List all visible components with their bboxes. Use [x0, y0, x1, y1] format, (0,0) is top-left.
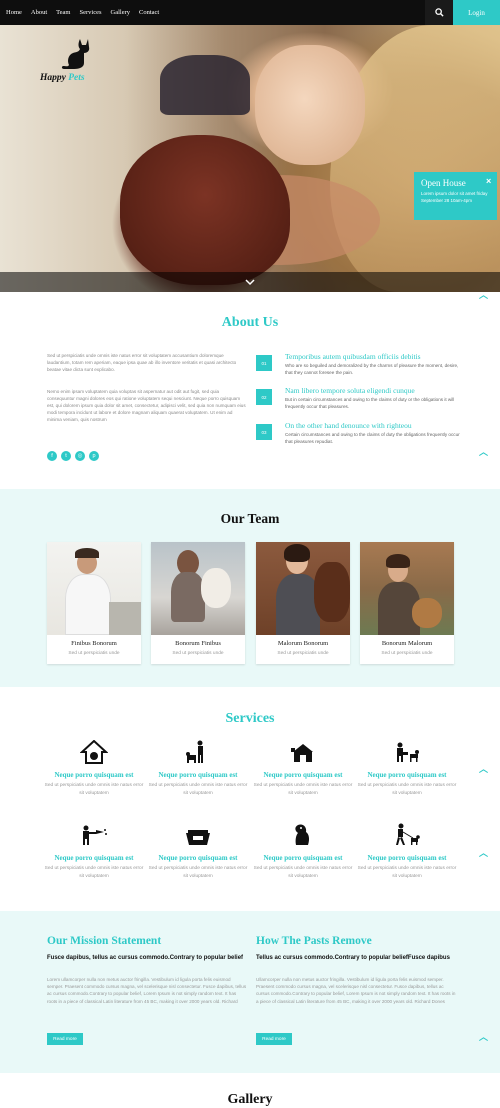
- top-navbar: Home About Team Services Gallery Contact…: [0, 0, 500, 25]
- service-text: Sed ut perspiciatis unde omnis iste natu…: [357, 783, 457, 796]
- social-links: f t ◎ p: [47, 451, 99, 461]
- dog-walking-icon: [396, 823, 420, 845]
- service-title: Neque porro quisquam est: [367, 771, 447, 779]
- service-text: Sed ut perspiciatis unde omnis iste natu…: [148, 783, 248, 796]
- scroll-top-icon[interactable]: ︿: [479, 846, 488, 859]
- nav-about[interactable]: About: [31, 9, 47, 16]
- services-title: Services: [225, 711, 275, 726]
- brand-logo[interactable]: Happy Pets: [40, 37, 110, 87]
- login-button[interactable]: Login: [453, 0, 500, 25]
- service-title: Neque porro quisquam est: [367, 854, 447, 862]
- scroll-top-icon[interactable]: ︿: [479, 445, 488, 458]
- cat-logo-icon: [61, 39, 90, 69]
- hero-image-hair: [330, 25, 500, 292]
- team-card[interactable]: Finibus Bonorum Sed ut perspiciatis unde: [47, 542, 141, 664]
- team-member-subtitle: Sed ut perspiciatis unde: [68, 651, 120, 656]
- facebook-icon[interactable]: f: [47, 451, 57, 461]
- feature-number: 03: [256, 424, 272, 440]
- feature-text: Certain circumstances and owing to the c…: [285, 432, 460, 444]
- team-photo: [360, 542, 454, 635]
- cat-dog-icon: [295, 824, 310, 845]
- hero-scroll-bar: [0, 272, 500, 292]
- about-title: About Us: [221, 315, 279, 330]
- search-button[interactable]: [425, 0, 453, 25]
- team-card[interactable]: Bonorum Finibus Sed ut perspiciatis unde: [151, 542, 245, 664]
- team-photo: [151, 542, 245, 635]
- hero-image-face: [255, 45, 365, 165]
- mission-right-lead: Tellus ac cursus commodo.Contrary to pop…: [256, 955, 450, 961]
- team-photo: [47, 542, 141, 635]
- feature-number: 01: [256, 355, 272, 371]
- nav-gallery[interactable]: Gallery: [111, 9, 131, 16]
- service-title: Neque porro quisquam est: [54, 854, 134, 862]
- main-nav: Home About Team Services Gallery Contact: [6, 0, 159, 25]
- service-text: Sed ut perspiciatis unde omnis iste natu…: [357, 866, 457, 879]
- service-title: Neque porro quisquam est: [158, 854, 238, 862]
- team-member-subtitle: Sed ut perspiciatis unde: [172, 651, 224, 656]
- search-icon: [434, 8, 444, 17]
- feature-text: But in certain circumstances and owing t…: [285, 397, 455, 409]
- scroll-top-icon[interactable]: ︿: [479, 1030, 488, 1043]
- team-card[interactable]: Malorum Bonorum Sed ut perspiciatis unde: [256, 542, 350, 664]
- dog-grooming-icon: [83, 825, 107, 845]
- read-more-button[interactable]: Read more: [256, 1033, 292, 1045]
- service-text: Sed ut perspiciatis unde omnis iste natu…: [44, 783, 144, 796]
- service-text: Sed ut perspiciatis unde omnis iste natu…: [253, 866, 353, 879]
- scroll-top-icon[interactable]: ︿: [479, 288, 488, 301]
- close-icon[interactable]: ×: [486, 176, 491, 186]
- pet-bowl-icon: [186, 830, 210, 845]
- mission-right-title: How The Pasts Remove: [256, 935, 372, 947]
- kennel-icon: [291, 744, 313, 762]
- service-title: Neque porro quisquam est: [158, 771, 238, 779]
- read-more-button[interactable]: Read more: [47, 1033, 83, 1045]
- brand-name: Happy Pets: [40, 73, 85, 83]
- instagram-icon[interactable]: ◎: [75, 451, 85, 461]
- brand-name-part1: Happy: [40, 73, 66, 83]
- feature-title: Temporibus autem quibusdam officiis debi…: [285, 352, 421, 361]
- team-member-subtitle: Sed ut perspiciatis unde: [381, 651, 433, 656]
- open-house-text: Lorem ipsum dolor sit amet friday Septem…: [421, 191, 488, 203]
- twitter-icon[interactable]: t: [61, 451, 71, 461]
- mission-right-text: Ullamcorper nulla non metus auctor fring…: [256, 977, 456, 1004]
- service-text: Sed ut perspiciatis unde omnis iste natu…: [253, 783, 353, 796]
- mission-left-lead: Fusce dapibus, tellus ac cursus commodo.…: [47, 955, 244, 961]
- team-member-name: Bonorum Malorum: [381, 640, 433, 647]
- nav-services[interactable]: Services: [79, 9, 101, 16]
- service-text: Sed ut perspiciatis unde omnis iste natu…: [148, 866, 248, 879]
- service-title: Neque porro quisquam est: [54, 771, 134, 779]
- feature-title: Nam libero tempore soluta eligendi cunqu…: [285, 386, 415, 395]
- open-house-title: Open House: [421, 178, 466, 188]
- dog-house-icon: [80, 740, 108, 764]
- feature-number: 02: [256, 389, 272, 405]
- team-member-name: Malorum Bonorum: [277, 640, 329, 647]
- team-card[interactable]: Bonorum Malorum Sed ut perspiciatis unde: [360, 542, 454, 664]
- team-member-subtitle: Sed ut perspiciatis unde: [277, 651, 329, 656]
- about-paragraph-1: Sed ut perspiciatis unde omnis iste natu…: [47, 353, 237, 372]
- chevron-down-icon[interactable]: [245, 278, 255, 286]
- team-member-name: Finibus Bonorum: [71, 640, 117, 647]
- pinterest-icon[interactable]: p: [89, 451, 99, 461]
- feature-title: On the other hand denounce with righteou: [285, 421, 412, 430]
- service-title: Neque porro quisquam est: [263, 771, 343, 779]
- dog-trainer-icon: [186, 740, 203, 763]
- service-title: Neque porro quisquam est: [263, 854, 343, 862]
- mission-left-title: Our Mission Statement: [47, 935, 162, 947]
- team-title: Our Team: [220, 511, 280, 526]
- hero-image-dog: [120, 135, 290, 285]
- team-member-name: Bonorum Finibus: [175, 640, 221, 647]
- service-text: Sed ut perspiciatis unde omnis iste natu…: [44, 866, 144, 879]
- brand-name-part2: Pets: [68, 73, 85, 83]
- feature-text: Who are so beguiled and demoralized by t…: [285, 363, 459, 375]
- nav-home[interactable]: Home: [6, 9, 22, 16]
- gallery-title: Gallery: [227, 1092, 273, 1107]
- mission-left-text: Lorem ullamcorper nulla non metus auctor…: [47, 977, 247, 1004]
- team-photo: [256, 542, 350, 635]
- dog-care-icon: [397, 742, 419, 762]
- nav-team[interactable]: Team: [56, 9, 70, 16]
- about-paragraph-2: Nemo enim ipsam voluptatem quia voluptas…: [47, 389, 246, 422]
- nav-contact[interactable]: Contact: [139, 9, 159, 16]
- hero-image-shirt: [160, 55, 250, 115]
- open-house-popup: Open House × Lorem ipsum dolor sit amet …: [414, 172, 497, 220]
- scroll-top-icon[interactable]: ︿: [479, 762, 488, 775]
